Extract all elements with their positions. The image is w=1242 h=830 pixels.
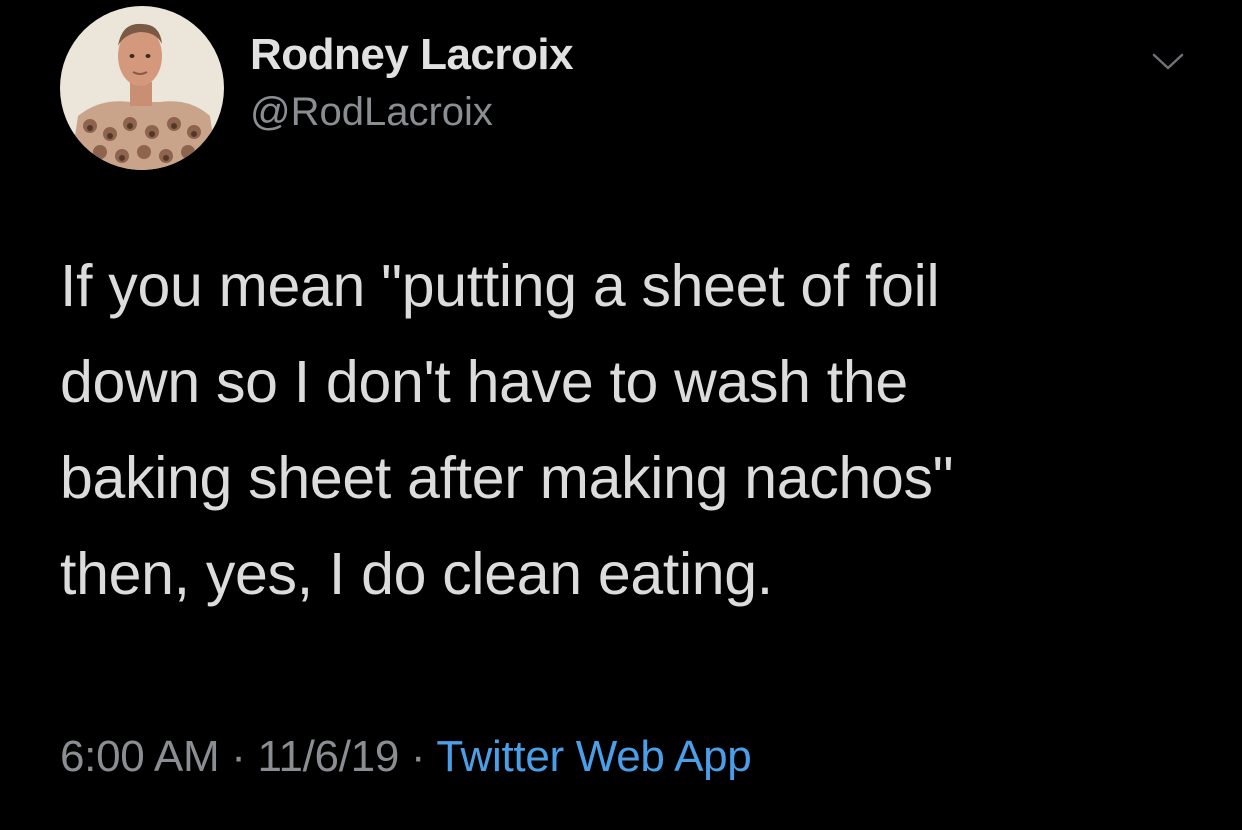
avatar[interactable]	[60, 6, 224, 170]
profile-photo-icon	[60, 6, 224, 170]
tweet-card: Rodney Lacroix @RodLacroix If you mean "…	[0, 0, 1242, 830]
chevron-down-icon	[1152, 53, 1184, 70]
tweet-time[interactable]: 6:00 AM	[60, 732, 220, 781]
tweet-source-link[interactable]: Twitter Web App	[436, 732, 751, 781]
tweet-text-line: If you mean "putting a sheet of foil	[60, 253, 940, 319]
meta-separator: ·	[398, 732, 437, 781]
tweet-date[interactable]: 11/6/19	[258, 732, 400, 781]
display-name[interactable]: Rodney Lacroix	[250, 30, 574, 80]
meta-separator: ·	[219, 732, 258, 781]
user-handle[interactable]: @RodLacroix	[250, 90, 493, 135]
tweet-meta: 6:00 AM · 11/6/19 · Twitter Web App	[60, 732, 752, 782]
tweet-text-line: then, yes, I do clean eating.	[60, 541, 773, 607]
tweet-text-line: down so I don't have to wash the	[60, 349, 908, 415]
tweet-menu-button[interactable]	[1140, 40, 1196, 84]
tweet-text: If you mean "putting a sheet of foil dow…	[60, 238, 1180, 622]
tweet-text-line: baking sheet after making nachos"	[60, 445, 954, 511]
